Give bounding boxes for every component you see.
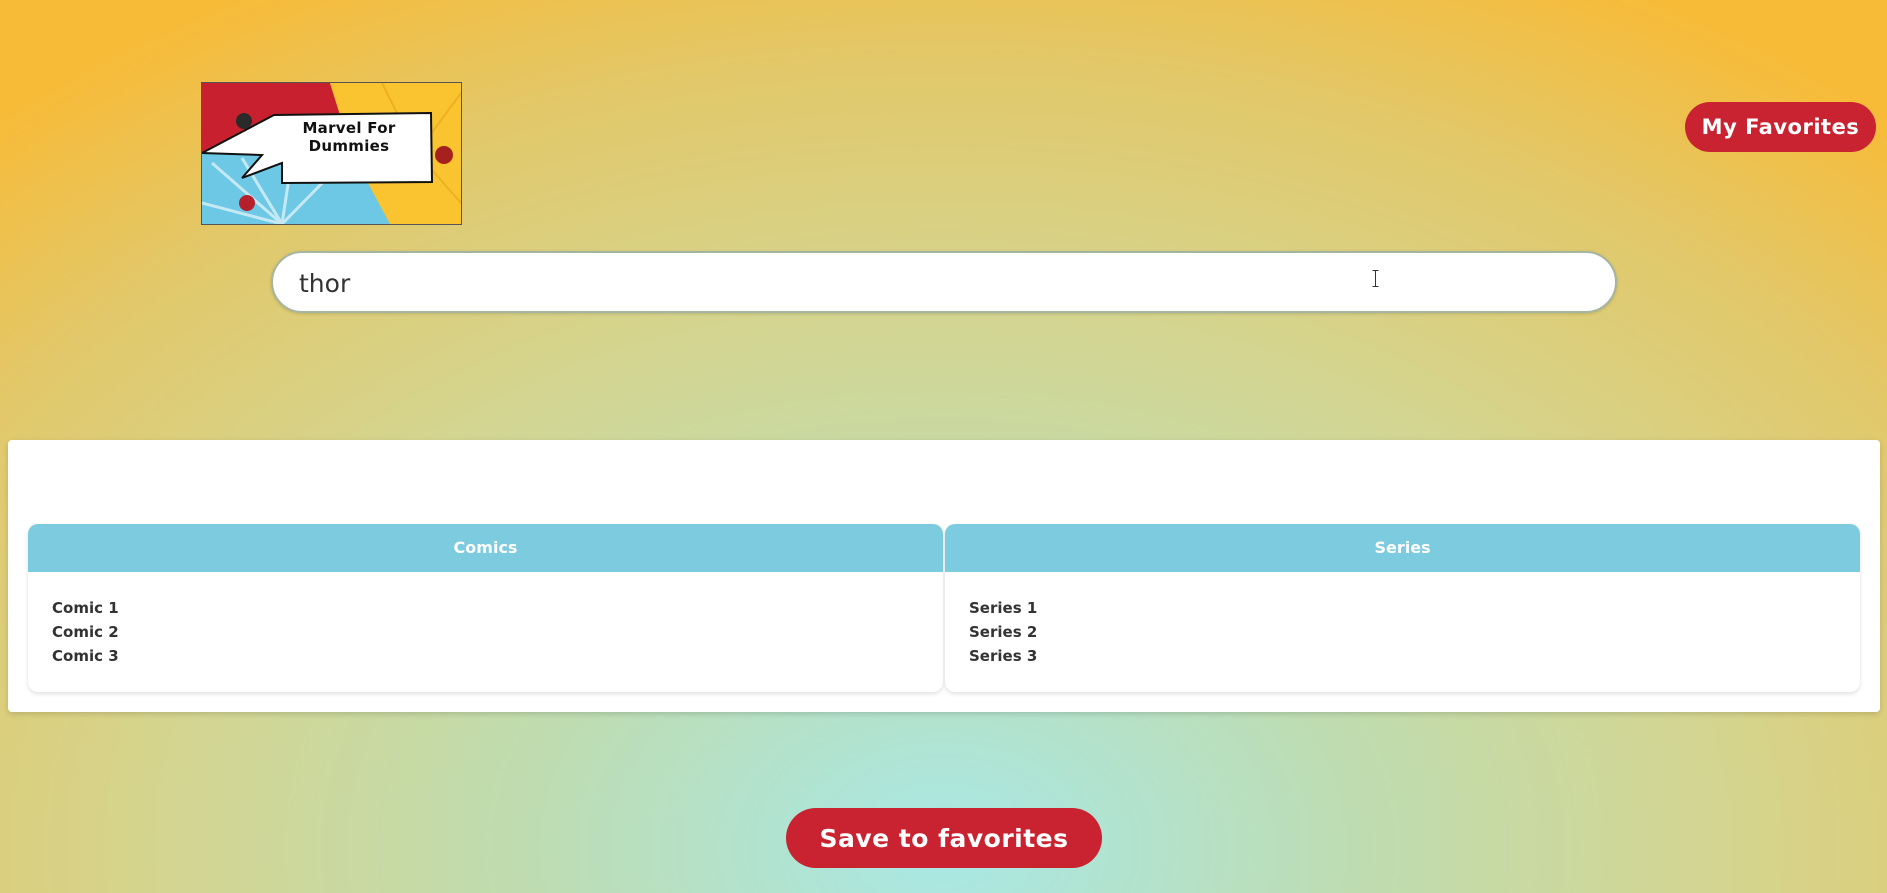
list-item[interactable]: Comic 2	[52, 620, 943, 644]
search-input[interactable]	[297, 253, 1501, 313]
comics-list: Comic 1 Comic 2 Comic 3	[28, 572, 943, 668]
list-item[interactable]: Comic 3	[52, 644, 943, 668]
series-list: Series 1 Series 2 Series 3	[945, 572, 1860, 668]
text-cursor-icon	[1372, 270, 1379, 287]
comics-header: Comics	[28, 524, 943, 572]
series-card: Series Series 1 Series 2 Series 3	[945, 524, 1860, 692]
save-to-favorites-button[interactable]: Save to favorites	[786, 808, 1102, 868]
list-item[interactable]: Series 1	[969, 596, 1860, 620]
series-header: Series	[945, 524, 1860, 572]
results-panel: Comics Comic 1 Comic 2 Comic 3 Series Se…	[8, 440, 1880, 712]
search-box	[271, 251, 1617, 313]
list-item[interactable]: Series 3	[969, 644, 1860, 668]
list-item[interactable]: Comic 1	[52, 596, 943, 620]
list-item[interactable]: Series 2	[969, 620, 1860, 644]
logo: Marvel For Dummies	[201, 82, 462, 225]
comics-card: Comics Comic 1 Comic 2 Comic 3	[28, 524, 943, 692]
my-favorites-button[interactable]: My Favorites	[1685, 102, 1876, 152]
logo-text: Marvel For Dummies	[302, 119, 396, 155]
